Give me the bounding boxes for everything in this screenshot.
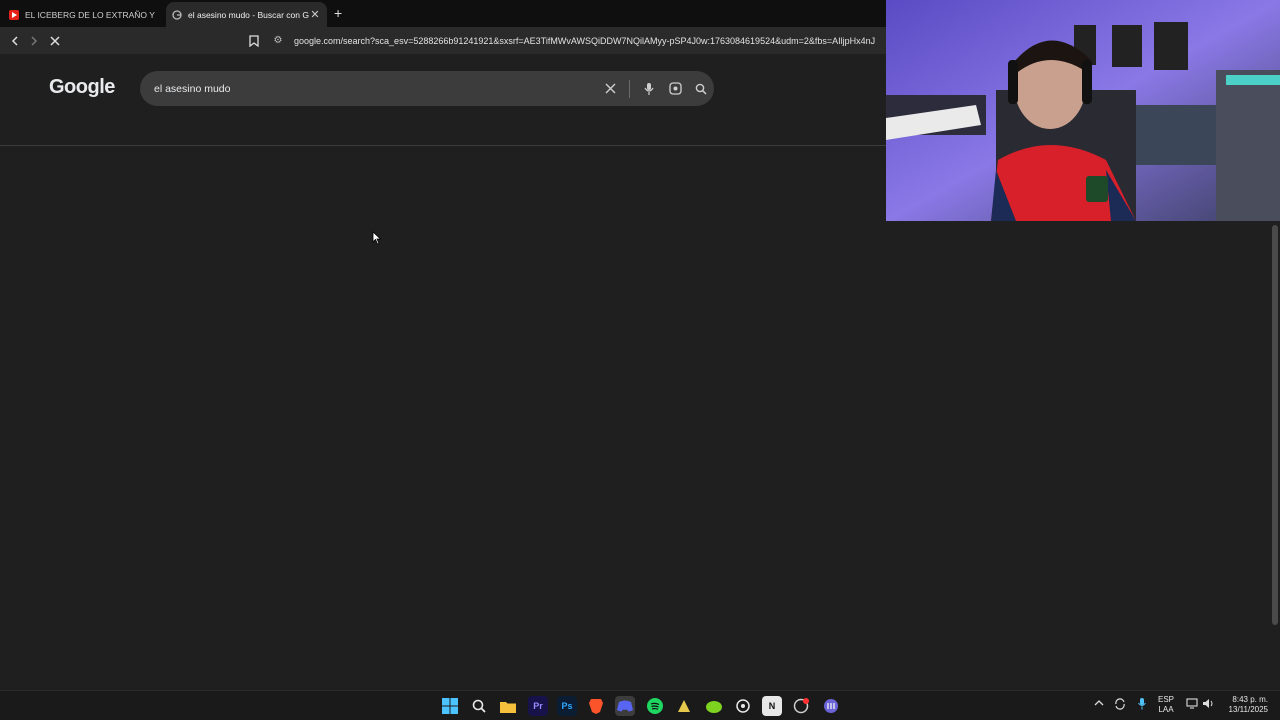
back-button[interactable] [6,32,24,50]
microphone-icon[interactable] [1138,697,1146,713]
google-lens-icon[interactable] [662,76,688,102]
tab-google-search[interactable]: el asesino mudo - Buscar con Google ✕ [166,2,327,27]
tab-youtube[interactable]: EL ICEBERG DE LO EXTRAÑO Y PERTU [3,2,161,27]
language-indicator[interactable]: ESP LAA [1158,695,1174,715]
scrollbar-thumb[interactable] [1272,225,1278,625]
divider [629,79,630,98]
address-bar[interactable]: ⚙ google.com/search?sca_esv=5288266b9124… [270,30,890,51]
google-logo[interactable]: Google [49,76,115,99]
brave-icon[interactable] [586,696,606,716]
clock[interactable]: 8:43 p. m. 13/11/2025 [1224,695,1268,715]
clock-date: 13/11/2025 [1228,705,1268,714]
search-icon[interactable] [688,76,714,102]
search-box[interactable]: el asesino mudo [140,71,714,106]
mouse-cursor-icon [372,231,382,250]
microphone-icon[interactable] [636,76,662,102]
google-icon [172,9,182,20]
spotify-icon[interactable] [645,696,665,716]
sync-icon[interactable] [1114,698,1126,713]
tab-title: el asesino mudo - Buscar con Google [188,9,309,20]
keyboard-layout: LAA [1158,705,1174,714]
premiere-icon[interactable]: Pr [528,696,548,716]
close-tab-icon[interactable]: ✕ [309,8,321,21]
clock-time: 8:43 p. m. [1232,695,1268,704]
app2-icon[interactable] [821,696,841,716]
network-icon[interactable] [1186,698,1198,712]
taskbar: Pr Ps N ESP LAA 8:43 p. m. 13/11/2025 [0,690,1280,720]
android-icon[interactable] [704,696,724,716]
url-text: google.com/search?sca_esv=5288266b912419… [294,35,876,46]
clear-icon[interactable] [597,76,623,102]
youtube-icon [9,9,19,20]
file-explorer-icon[interactable] [498,696,518,716]
windows-start-icon[interactable] [440,696,460,716]
show-hidden-icons[interactable] [1094,699,1104,710]
app-icon[interactable] [674,696,694,716]
forward-button[interactable] [25,32,43,50]
steam-icon[interactable] [733,696,753,716]
site-settings-icon[interactable]: ⚙ [270,35,286,46]
stop-loading-button[interactable] [46,32,64,50]
webcam-image [886,0,1280,221]
chrome-icon[interactable] [791,696,811,716]
volume-icon[interactable] [1202,698,1215,712]
webcam-overlay [886,0,1280,221]
photoshop-icon[interactable]: Ps [557,696,577,716]
language-code: ESP [1158,695,1175,704]
page-scrollbar[interactable] [1270,221,1280,690]
notion-icon[interactable]: N [762,696,782,716]
new-tab-button[interactable]: + [334,5,342,21]
search-icon[interactable] [469,696,489,716]
tab-title: EL ICEBERG DE LO EXTRAÑO Y PERTU [25,9,155,20]
bookmark-icon[interactable] [245,32,263,50]
search-input[interactable]: el asesino mudo [154,83,597,95]
discord-icon[interactable] [615,696,635,716]
